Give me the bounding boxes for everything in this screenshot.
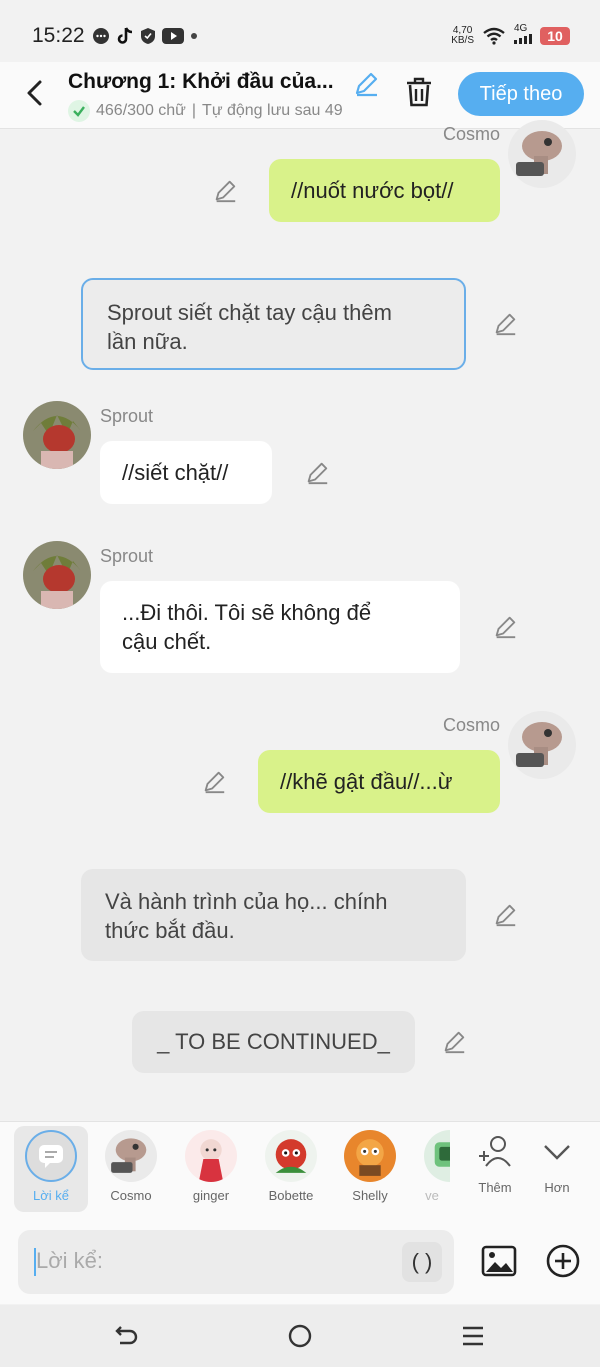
character-label: Lời kể [33, 1188, 69, 1203]
sprout-avatar[interactable] [23, 401, 91, 469]
delete-button[interactable] [404, 76, 434, 113]
edit-message-button[interactable] [441, 1029, 467, 1055]
shield-icon [141, 28, 155, 44]
narration-icon [25, 1130, 77, 1182]
messenger-icon [93, 28, 109, 44]
edit-message-button[interactable] [492, 311, 518, 337]
pencil-icon [204, 771, 225, 794]
saved-check-icon [68, 100, 90, 122]
chapter-subtitle: 466/300 chữ | Tự động lưu sau 49 [68, 100, 343, 122]
tiktok-icon [117, 27, 133, 44]
character-label: ve [425, 1188, 439, 1203]
character-selector: Lời kể Cosmo ginger Bobette Shelly ve Th… [0, 1121, 600, 1218]
network-speed: 4,70 [452, 24, 473, 36]
wifi-icon [483, 27, 505, 45]
battery-indicator: 10 [540, 26, 570, 45]
next-button[interactable]: Tiếp theo [458, 72, 584, 116]
status-time: 15:22 [32, 24, 85, 47]
message-sender-name: Cosmo [442, 715, 500, 735]
nav-back-icon [115, 1326, 138, 1345]
bobette-avatar [265, 1130, 317, 1182]
message-input[interactable]: Lời kể: ( ) [18, 1230, 454, 1294]
word-count: 466/300 chữ [96, 102, 186, 119]
message-bubble[interactable]: //khẽ gật đầu//...ừ [258, 750, 500, 813]
home-circle-icon [288, 1324, 312, 1348]
composer-bar: Lời kể: ( ) [0, 1218, 600, 1304]
cosmo-avatar [105, 1130, 157, 1182]
character-ve[interactable]: ve [414, 1130, 450, 1203]
insert-image-button[interactable] [480, 1242, 518, 1285]
nav-recents-button[interactable] [460, 1323, 486, 1354]
sprout-avatar[interactable] [23, 541, 91, 609]
back-arrow-icon [27, 80, 42, 106]
shelly-avatar [344, 1130, 396, 1182]
nav-home-button[interactable] [287, 1323, 313, 1354]
character-cosmo[interactable]: Cosmo [95, 1130, 167, 1203]
pencil-icon [355, 72, 378, 97]
narration-bubble-selected[interactable]: Sprout siết chặt tay cậu thêm lần nữa. [81, 278, 466, 370]
edit-message-button[interactable] [304, 460, 330, 486]
image-icon [481, 1245, 517, 1277]
input-placeholder: Lời kể: [36, 1248, 104, 1273]
message-sender-name: Sprout [100, 546, 154, 566]
message-sender-name: Sprout [100, 406, 154, 426]
character-label: Cosmo [110, 1188, 152, 1203]
back-button[interactable] [22, 76, 50, 110]
notification-icons [92, 26, 198, 46]
narration-bubble[interactable]: _ TO BE CONTINUED_ [132, 1011, 415, 1073]
youtube-icon [162, 28, 184, 44]
add-content-button[interactable] [544, 1242, 582, 1285]
edit-message-button[interactable] [492, 902, 518, 928]
plus-circle-icon [546, 1244, 580, 1278]
status-right: 4,70 KB/S 4G 10 [451, 24, 570, 47]
autosave-status: Tự động lưu sau 49 [202, 102, 343, 119]
pencil-icon [444, 1031, 465, 1054]
message-sender-name: Cosmo [442, 124, 500, 144]
message-bubble[interactable]: //siết chặt// [100, 441, 272, 504]
network-speed-unit: KB/S [451, 34, 474, 46]
dot-icon [191, 33, 197, 39]
edit-message-button[interactable] [201, 769, 227, 795]
cosmo-avatar[interactable] [508, 120, 576, 188]
message-bubble[interactable]: ...Đi thôi. Tôi sẽ không để cậu chết. [100, 581, 460, 673]
pencil-icon [495, 904, 516, 927]
edit-message-button[interactable] [492, 614, 518, 640]
parenthesis-button[interactable]: ( ) [402, 1242, 442, 1282]
character-label: ginger [192, 1188, 230, 1203]
character-label: Bobette [268, 1188, 314, 1203]
character-bobette[interactable]: Bobette [255, 1130, 327, 1203]
signal-icon [514, 34, 532, 44]
ginger-avatar [185, 1130, 237, 1182]
system-nav-bar [0, 1305, 600, 1367]
ve-avatar [424, 1130, 450, 1182]
chapter-title[interactable]: Chương 1: Khởi đầu của... [68, 70, 334, 94]
trash-icon [407, 77, 431, 107]
character-narration[interactable]: Lời kể [14, 1126, 88, 1212]
nav-back-button[interactable] [114, 1323, 140, 1354]
pencil-icon [495, 616, 516, 639]
cosmo-avatar[interactable] [508, 711, 576, 779]
message-bubble[interactable]: //nuốt nước bọt// [269, 159, 500, 222]
character-ginger[interactable]: ginger [175, 1130, 247, 1203]
signal-label: 4G [514, 23, 528, 34]
character-label: Shelly [352, 1188, 388, 1203]
pencil-icon [215, 180, 236, 203]
pencil-icon [495, 313, 516, 336]
edit-message-button[interactable] [212, 178, 238, 204]
add-character-label: Thêm [478, 1180, 512, 1195]
narration-bubble[interactable]: Và hành trình của họ... chính thức bắt đ… [81, 869, 466, 961]
pencil-icon [307, 462, 328, 485]
edit-title-button[interactable] [352, 70, 380, 103]
add-character-button[interactable]: Thêm [461, 1132, 529, 1195]
chevron-down-icon [544, 1145, 570, 1160]
menu-lines-icon [463, 1326, 483, 1346]
more-characters-button[interactable]: Hơn [526, 1132, 588, 1195]
add-person-icon [479, 1136, 511, 1167]
editor-header: Chương 1: Khởi đầu của... 466/300 chữ | … [0, 62, 600, 129]
status-bar: 15:22 4,70 KB/S 4G 10 [0, 0, 600, 62]
more-label: Hơn [544, 1180, 570, 1195]
character-shelly[interactable]: Shelly [334, 1130, 406, 1203]
